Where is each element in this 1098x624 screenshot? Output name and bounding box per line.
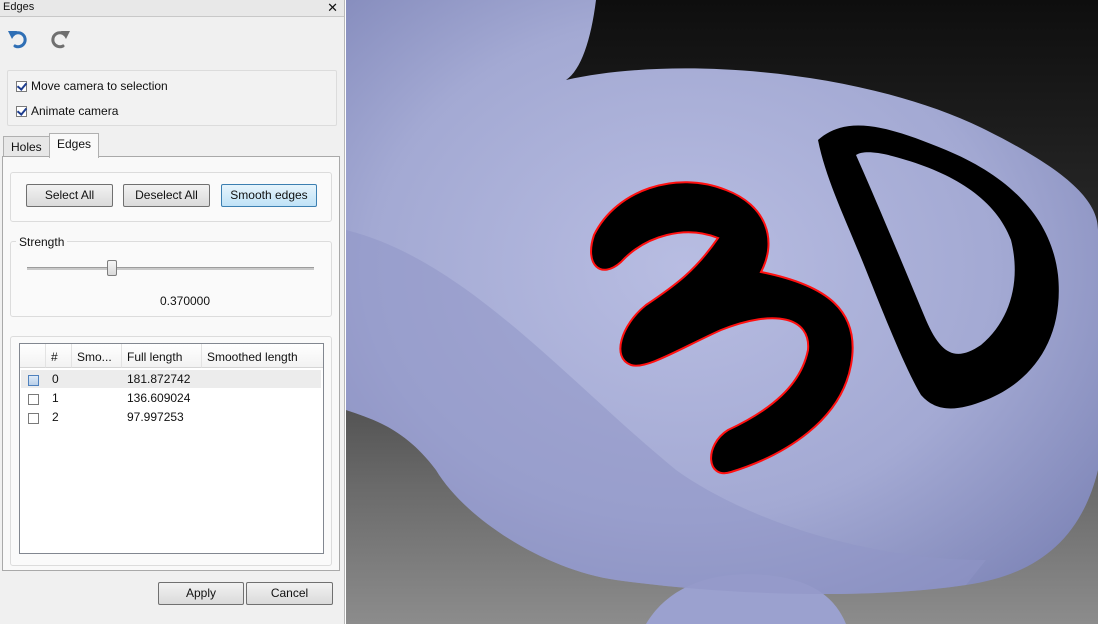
- cancel-button[interactable]: Cancel: [246, 582, 333, 605]
- undo-icon[interactable]: [6, 26, 32, 52]
- 3d-viewport[interactable]: [346, 0, 1098, 624]
- deselect-all-button[interactable]: Deselect All: [123, 184, 210, 207]
- row-index: 0: [52, 372, 59, 386]
- row-checkbox[interactable]: [28, 411, 39, 429]
- table-header-full-length[interactable]: Full length: [122, 344, 202, 368]
- close-icon[interactable]: ✕: [327, 0, 338, 16]
- panel-titlebar: Edges ✕: [0, 0, 344, 17]
- row-index: 2: [52, 410, 59, 424]
- edges-panel: Edges ✕ Move camera to selection Animate…: [0, 0, 345, 624]
- animate-camera-checkbox[interactable]: Animate camera: [16, 104, 118, 118]
- tab-edges[interactable]: Edges: [49, 133, 100, 158]
- strength-slider-handle[interactable]: [106, 260, 117, 276]
- table-header-check: [20, 344, 46, 368]
- checkbox-box[interactable]: [16, 80, 27, 92]
- move-camera-checkbox[interactable]: Move camera to selection: [16, 79, 168, 93]
- redo-icon[interactable]: [46, 26, 72, 52]
- edges-table: # Smo... Full length Smoothed length 0 1…: [19, 343, 324, 554]
- panel-title: Edges: [3, 1, 35, 13]
- animate-camera-label: Animate camera: [31, 104, 119, 118]
- table-header-smoothed[interactable]: Smo...: [72, 344, 122, 368]
- table-header-smoothed-length[interactable]: Smoothed length: [202, 344, 323, 368]
- table-row[interactable]: 1 136.609024: [21, 389, 321, 407]
- table-row[interactable]: 2 97.997253: [21, 408, 321, 426]
- camera-options-group: Move camera to selection Animate camera: [7, 70, 337, 126]
- smooth-edges-button[interactable]: Smooth edges: [221, 184, 317, 207]
- tab-holes[interactable]: Holes: [3, 136, 50, 158]
- strength-value: 0.370000: [159, 294, 211, 308]
- table-header-index[interactable]: #: [46, 344, 72, 368]
- move-camera-label: Move camera to selection: [31, 79, 168, 93]
- select-all-button[interactable]: Select All: [26, 184, 113, 207]
- row-full-length: 181.872742: [127, 372, 191, 386]
- checkbox-box[interactable]: [16, 105, 27, 117]
- mesh-render[interactable]: [346, 0, 1098, 624]
- table-row[interactable]: 0 181.872742: [21, 370, 321, 388]
- row-full-length: 136.609024: [127, 391, 191, 405]
- strength-slider-track[interactable]: [27, 267, 314, 270]
- row-full-length: 97.997253: [127, 410, 184, 424]
- row-index: 1: [52, 391, 59, 405]
- apply-button[interactable]: Apply: [158, 582, 244, 605]
- strength-label: Strength: [16, 235, 68, 249]
